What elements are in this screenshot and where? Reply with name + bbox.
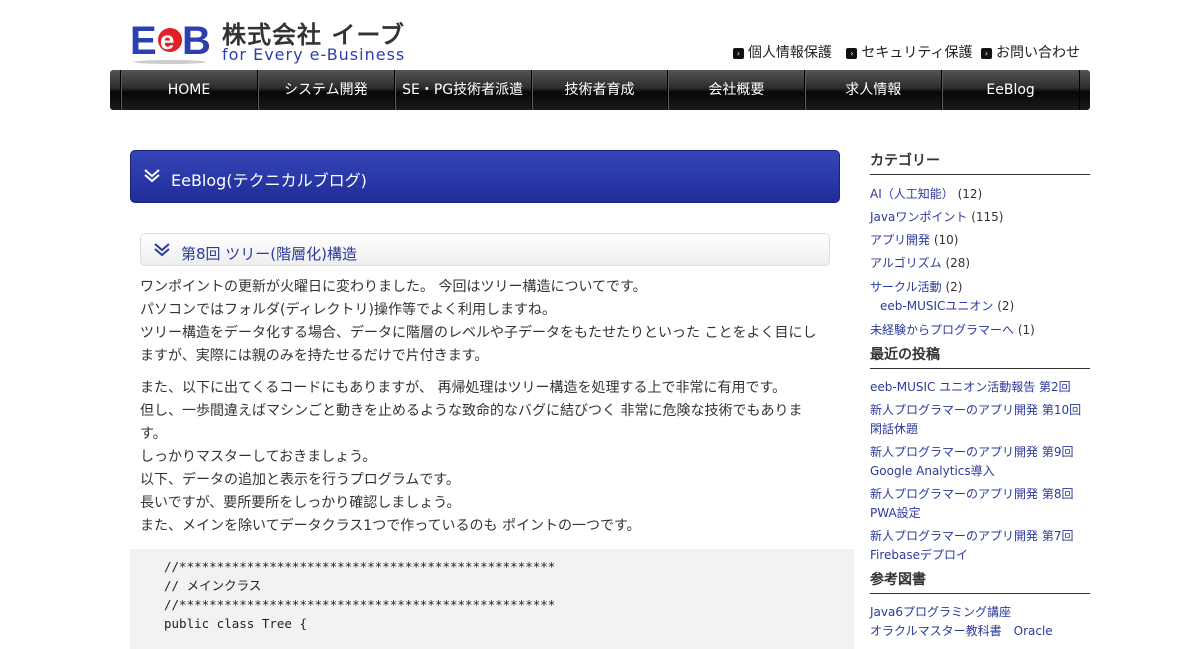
double-chevron-down-icon: [144, 169, 160, 183]
recent-post-link[interactable]: 新人プログラマーのアプリ開発 第7回 Firebaseデプロイ: [870, 529, 1073, 562]
list-item: AI（人工知能） (12): [870, 187, 983, 201]
nav-engineer-training[interactable]: 技術者育成: [532, 70, 669, 110]
recent-post-link[interactable]: 新人プログラマーのアプリ開発 第8回 PWA設定: [870, 487, 1073, 520]
list-item: eeb-MUSIC ユニオン活動報告 第2回: [870, 378, 1090, 397]
categories-heading: カテゴリー: [870, 150, 1090, 175]
eeb-logo-mark: E e B: [130, 16, 210, 64]
recent-posts-list: eeb-MUSIC ユニオン活動報告 第2回 新人プログラマーのアプリ開発 第1…: [870, 369, 1090, 565]
list-item: 未経験からプログラマーへ (1): [870, 323, 1035, 337]
nav-system-development[interactable]: システム開発: [258, 70, 395, 110]
recent-post-link[interactable]: 新人プログラマーのアプリ開発 第10回 閑話休題: [870, 403, 1081, 436]
code-text: //**************************************…: [164, 559, 556, 631]
recent-post-link[interactable]: eeb-MUSIC ユニオン活動報告 第2回: [870, 380, 1071, 394]
company-logo[interactable]: E e B 株式会社 イーブ for Every e-Business: [130, 14, 420, 68]
svg-text:B: B: [182, 19, 210, 63]
list-item: 新人プログラマーのアプリ開発 第9回 Google Analytics導入: [870, 443, 1090, 481]
svg-text:E: E: [130, 19, 157, 63]
main-nav: HOME システム開発 SE・PG技術者派遣 技術者育成 会社概要 求人情報 E…: [110, 70, 1090, 110]
category-link[interactable]: サークル活動: [870, 280, 942, 294]
category-link[interactable]: アプリ開発: [870, 233, 930, 247]
subcategory-link[interactable]: eeb-MUSICユニオン: [880, 299, 993, 313]
nav-left-cap: [110, 70, 121, 110]
arrow-right-icon: ›: [732, 48, 744, 59]
list-item: アプリ開発 (10): [870, 233, 959, 247]
privacy-link[interactable]: › 個人情報保護: [732, 45, 832, 61]
category-link[interactable]: AI（人工知能）: [870, 187, 954, 201]
double-chevron-down-icon: [154, 243, 170, 257]
post-title[interactable]: 第8回 ツリー(階層化)構造: [181, 243, 357, 264]
post-body: ワンポイントの更新が火曜日に変わりました。 今回はツリー構造についてです。 パソ…: [140, 276, 820, 547]
page-title: EeBlog(テクニカルブログ): [171, 171, 367, 190]
list-item: 新人プログラマーのアプリ開発 第10回 閑話休題: [870, 401, 1090, 439]
list-item: サークル活動 (2): [870, 280, 963, 294]
nav-engineer-dispatch[interactable]: SE・PG技術者派遣: [395, 70, 532, 110]
list-item: 新人プログラマーのアプリ開発 第7回 Firebaseデプロイ: [870, 527, 1090, 565]
arrow-right-icon: ›: [846, 48, 858, 59]
recent-post-link[interactable]: 新人プログラマーのアプリ開発 第9回 Google Analytics導入: [870, 445, 1073, 478]
sidebar: カテゴリー AI（人工知能） (12) Javaワンポイント (115) アプリ…: [870, 150, 1090, 641]
books-heading: 参考図書: [870, 569, 1090, 594]
nav-right-cap: [1079, 70, 1090, 110]
page-title-bar: EeBlog(テクニカルブログ): [130, 150, 840, 203]
category-list: AI（人工知能） (12) Javaワンポイント (115) アプリ開発 (10…: [870, 175, 1090, 340]
security-link[interactable]: › セキュリティ保護: [846, 45, 973, 61]
post-title-bar: 第8回 ツリー(階層化)構造: [140, 233, 830, 266]
arrow-right-icon: ›: [981, 48, 992, 59]
svg-text:e: e: [160, 25, 174, 55]
list-item: Java6プログラミング講座: [870, 603, 1090, 622]
category-link[interactable]: Javaワンポイント: [870, 210, 967, 224]
list-item: Javaワンポイント (115): [870, 210, 1004, 224]
list-item: 新人プログラマーのアプリ開発 第8回 PWA設定: [870, 485, 1090, 523]
recent-posts-heading: 最近の投稿: [870, 344, 1090, 369]
paragraph: また、以下に出てくるコードにもありますが、 再帰処理はツリー構造を処理する上で非…: [140, 380, 803, 534]
category-link[interactable]: アルゴリズム: [870, 256, 942, 270]
nav-recruitment[interactable]: 求人情報: [805, 70, 943, 110]
code-block: //**************************************…: [130, 549, 854, 649]
contact-link[interactable]: › お問い合わせ: [981, 45, 1080, 61]
book-link[interactable]: Java6プログラミング講座: [870, 605, 1011, 619]
nav-eeblog[interactable]: EeBlog: [942, 70, 1079, 110]
paragraph: ワンポイントの更新が火曜日に変わりました。 今回はツリー構造についてです。 パソ…: [140, 279, 817, 364]
list-item: オラクルマスター教科書 Oracle: [870, 622, 1090, 641]
book-link[interactable]: オラクルマスター教科書 Oracle: [870, 624, 1053, 638]
list-item: アルゴリズム (28): [870, 256, 971, 270]
nav-home[interactable]: HOME: [121, 70, 258, 110]
list-item: eeb-MUSICユニオン (2): [880, 299, 1015, 313]
nav-company-profile[interactable]: 会社概要: [668, 70, 806, 110]
company-tagline: for Every e-Business: [222, 45, 406, 64]
category-link[interactable]: 未経験からプログラマーへ: [870, 323, 1014, 337]
books-list: Java6プログラミング講座 オラクルマスター教科書 Oracle: [870, 594, 1090, 641]
utility-links: › 個人情報保護 › セキュリティ保護 › お問い合わせ: [723, 42, 1080, 62]
